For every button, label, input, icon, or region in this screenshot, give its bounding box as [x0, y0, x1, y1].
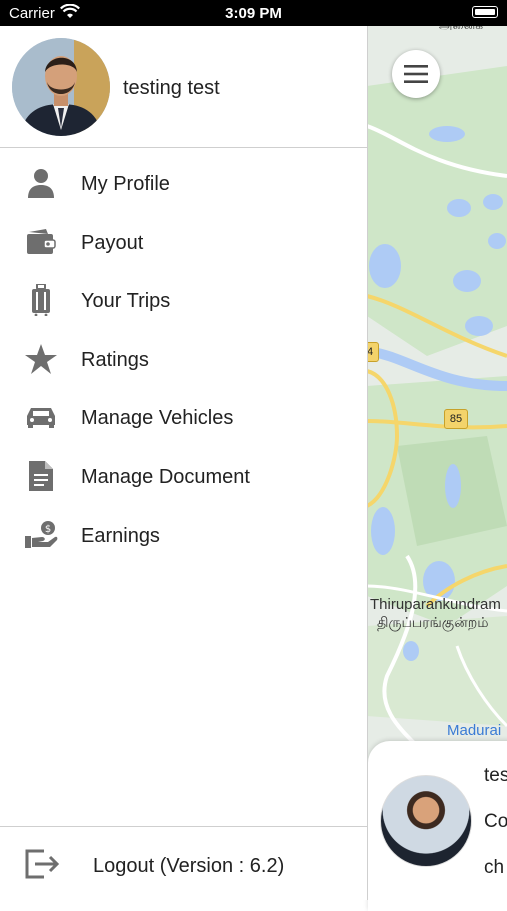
menu-item-label: Ratings: [81, 348, 149, 371]
luggage-icon: [24, 283, 58, 317]
menu-item-label: Manage Vehicles: [81, 407, 234, 430]
menu-item-payout[interactable]: Payout: [0, 213, 367, 272]
logout-icon: [24, 847, 60, 886]
status-time: 3:09 PM: [225, 5, 282, 22]
menu-item-ratings[interactable]: Ratings: [0, 330, 367, 389]
trip-card-line3: ch: [484, 857, 505, 878]
svg-text:$: $: [45, 524, 51, 535]
avatar[interactable]: [12, 38, 110, 136]
menu-item-my-profile[interactable]: My Profile: [0, 154, 367, 213]
menu-item-manage-vehicles[interactable]: Manage Vehicles: [0, 388, 367, 447]
trip-card-line2: Co: [484, 811, 507, 832]
menu-item-manage-document[interactable]: Manage Document: [0, 447, 367, 506]
side-drawer: testing test My Profile Payout Your Trip…: [0, 26, 368, 900]
earnings-hand-icon: $: [24, 518, 58, 552]
profile-name: testing test: [123, 77, 220, 99]
map-label-city: Madurai: [447, 722, 502, 739]
status-bar: Carrier 3:09 PM: [0, 0, 507, 26]
person-icon: [24, 166, 58, 200]
map-label-top: அனைக: [439, 26, 483, 34]
menu-item-label: Your Trips: [81, 290, 171, 313]
road-shield-85: 85: [444, 409, 468, 429]
logout-button[interactable]: Logout (Version : 6.2): [0, 826, 367, 901]
trip-card-line1: tes: [484, 765, 507, 786]
profile-header[interactable]: testing test: [0, 26, 367, 148]
menu-item-label: Manage Document: [81, 465, 250, 488]
document-icon: [24, 459, 58, 493]
logout-label: Logout (Version : 6.2): [93, 855, 285, 877]
drawer-menu: My Profile Payout Your Trips Ratings Man…: [0, 154, 367, 564]
car-icon: [24, 400, 58, 434]
menu-item-label: Earnings: [81, 524, 160, 547]
menu-item-label: My Profile: [81, 173, 170, 195]
menu-item-your-trips[interactable]: Your Trips: [0, 271, 367, 330]
map-label-place-en: Thiruparankundram: [370, 596, 501, 613]
battery-icon: [472, 6, 498, 18]
hamburger-icon: [404, 65, 428, 83]
rider-avatar: [380, 775, 472, 867]
menu-item-label: Payout: [81, 231, 144, 254]
map-label-place-ta: திருப்பரங்குன்றம்: [377, 614, 489, 630]
star-icon: [24, 342, 58, 376]
avatar-image: [12, 38, 110, 136]
menu-item-earnings[interactable]: $ Earnings: [0, 506, 367, 565]
hamburger-menu-button[interactable]: [392, 50, 440, 98]
trip-card[interactable]: tes Co ch: [368, 741, 507, 911]
wallet-icon: [24, 225, 58, 259]
road-shield-4: 4: [367, 342, 379, 362]
